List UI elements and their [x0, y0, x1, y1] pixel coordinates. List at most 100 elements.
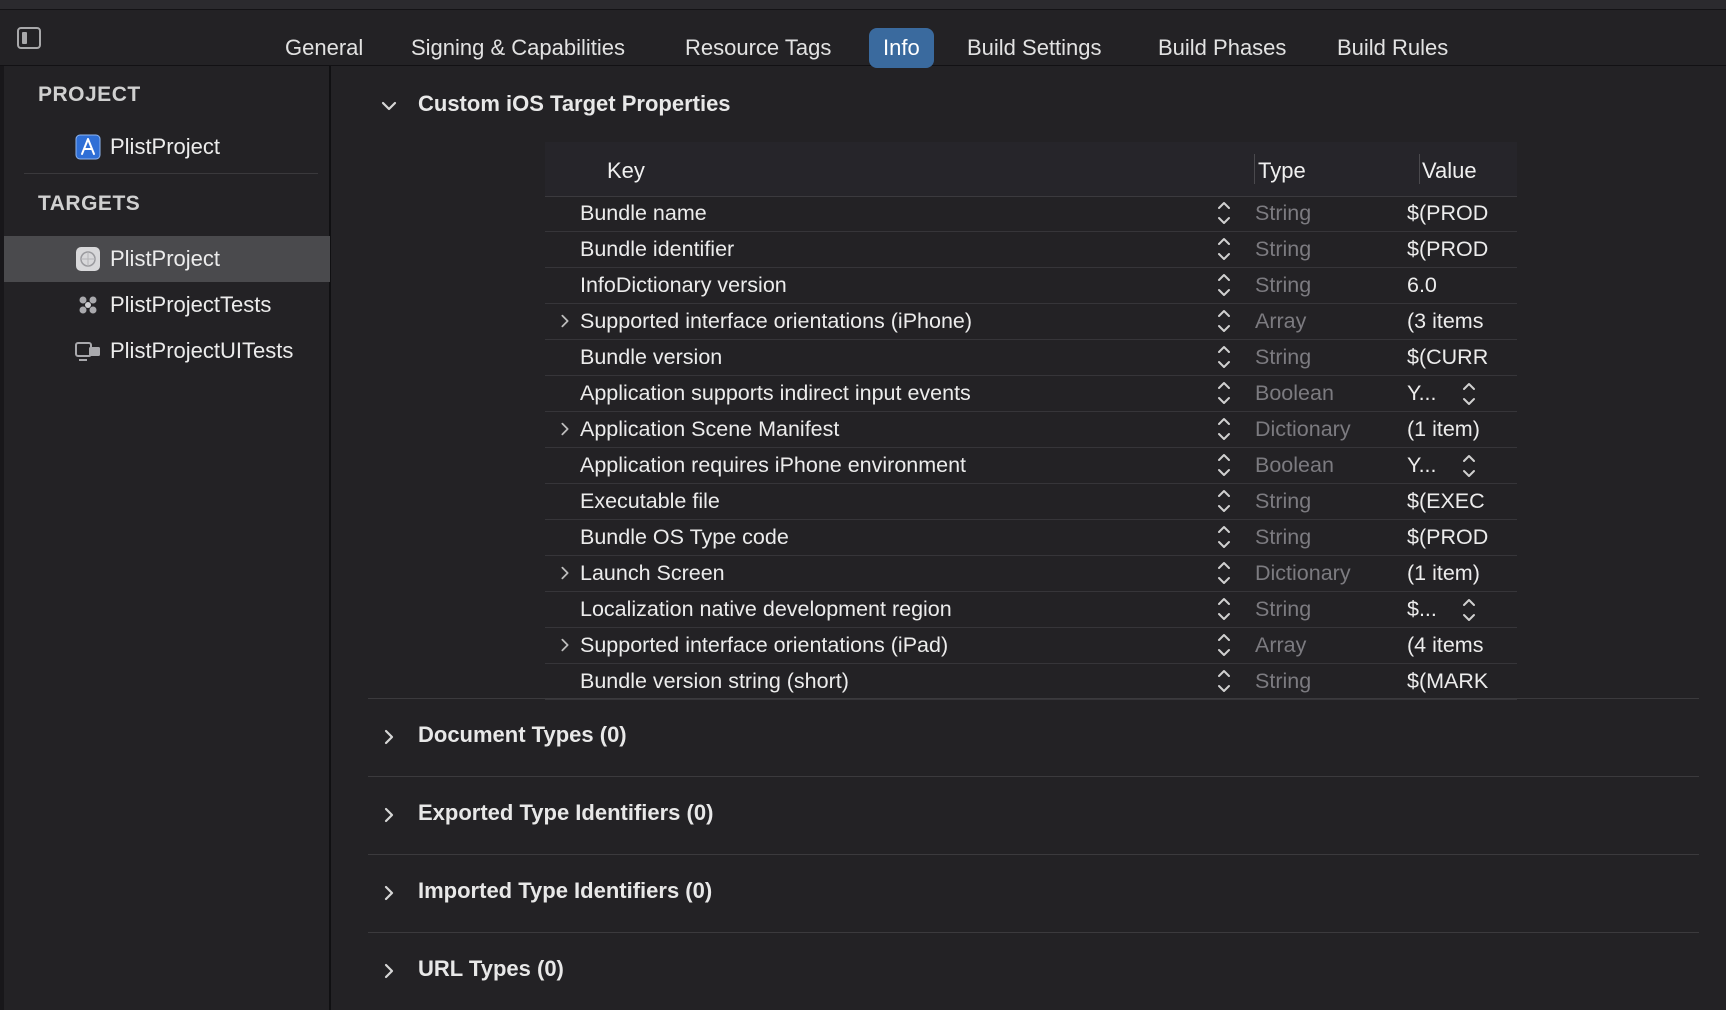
property-row[interactable]: Localization native development region St…	[545, 592, 1517, 628]
tab-general[interactable]: General	[271, 28, 377, 68]
collapsed-section-title[interactable]: Exported Type Identifiers (0)	[418, 800, 713, 826]
sidebar-item-target-app[interactable]: PlistProject	[4, 236, 330, 282]
column-divider[interactable]	[1419, 154, 1420, 184]
key-popup-stepper-icon[interactable]	[1216, 271, 1232, 299]
key-popup-stepper-icon[interactable]	[1216, 451, 1232, 479]
key-popup-stepper-icon[interactable]	[1216, 595, 1232, 623]
property-type[interactable]: String	[1255, 525, 1311, 550]
column-header-key[interactable]: Key	[607, 158, 645, 184]
key-popup-stepper-icon[interactable]	[1216, 343, 1232, 371]
property-row[interactable]: Application Scene Manifest Dictionary (1 i…	[545, 412, 1517, 448]
property-type[interactable]: Array	[1255, 309, 1306, 334]
key-popup-stepper-icon[interactable]	[1216, 667, 1232, 695]
chevron-right-icon[interactable]	[380, 962, 398, 980]
custom-properties-title[interactable]: Custom iOS Target Properties	[418, 91, 731, 117]
property-value[interactable]: $(PROD	[1407, 201, 1517, 226]
key-popup-stepper-icon[interactable]	[1216, 235, 1232, 263]
key-popup-stepper-icon[interactable]	[1216, 307, 1232, 335]
property-key[interactable]: Application Scene Manifest	[580, 417, 839, 442]
property-key[interactable]: Localization native development region	[580, 597, 952, 622]
property-type[interactable]: String	[1255, 273, 1311, 298]
property-value[interactable]: (3 items	[1407, 309, 1517, 334]
tab-signing-capabilities[interactable]: Signing & Capabilities	[397, 28, 639, 68]
sidebar-item-target-tests[interactable]: PlistProjectTests	[4, 282, 330, 328]
property-key[interactable]: Supported interface orientations (iPad)	[580, 633, 948, 658]
property-row[interactable]: Bundle version string (short) String $(MAR…	[545, 664, 1517, 700]
sidebar-item-project[interactable]: PlistProject	[4, 124, 330, 170]
chevron-right-icon[interactable]	[380, 806, 398, 824]
property-row[interactable]: Supported interface orientations (iPhone…	[545, 304, 1517, 340]
property-type[interactable]: Dictionary	[1255, 561, 1351, 586]
property-value[interactable]: (4 items	[1407, 633, 1517, 658]
chevron-right-icon[interactable]	[380, 728, 398, 746]
property-row[interactable]: Bundle identifier String $(PROD	[545, 232, 1517, 268]
property-type[interactable]: String	[1255, 669, 1311, 694]
chevron-right-icon[interactable]	[557, 564, 573, 582]
property-type[interactable]: String	[1255, 489, 1311, 514]
column-divider[interactable]	[1254, 154, 1255, 184]
property-row[interactable]: Application supports indirect input even…	[545, 376, 1517, 412]
property-value[interactable]: (1 item)	[1407, 417, 1517, 442]
property-key[interactable]: Application supports indirect input even…	[580, 381, 971, 406]
property-key[interactable]: Supported interface orientations (iPhone…	[580, 309, 972, 334]
property-key[interactable]: Bundle name	[580, 201, 707, 226]
property-key[interactable]: InfoDictionary version	[580, 273, 787, 298]
property-type[interactable]: String	[1255, 345, 1311, 370]
key-popup-stepper-icon[interactable]	[1216, 523, 1232, 551]
property-row[interactable]: Bundle version String $(CURR	[545, 340, 1517, 376]
value-popup-stepper-icon[interactable]	[1461, 596, 1477, 624]
key-popup-stepper-icon[interactable]	[1216, 415, 1232, 443]
property-key[interactable]: Application requires iPhone environment	[580, 453, 966, 478]
key-popup-stepper-icon[interactable]	[1216, 631, 1232, 659]
key-popup-stepper-icon[interactable]	[1216, 199, 1232, 227]
property-type[interactable]: Dictionary	[1255, 417, 1351, 442]
property-type[interactable]: String	[1255, 201, 1311, 226]
key-popup-stepper-icon[interactable]	[1216, 487, 1232, 515]
column-header-value[interactable]: Value	[1422, 158, 1477, 184]
key-popup-stepper-icon[interactable]	[1216, 379, 1232, 407]
property-value[interactable]: 6.0	[1407, 273, 1517, 298]
property-key[interactable]: Bundle version string (short)	[580, 669, 849, 694]
property-row[interactable]: Executable file String $(EXEC	[545, 484, 1517, 520]
chevron-right-icon[interactable]	[557, 636, 573, 654]
sidebar-item-target-uitests[interactable]: PlistProjectUITests	[4, 328, 330, 374]
tab-info[interactable]: Info	[869, 28, 934, 68]
chevron-right-icon[interactable]	[557, 420, 573, 438]
property-row[interactable]: Launch Screen Dictionary (1 item)	[545, 556, 1517, 592]
chevron-down-icon[interactable]	[380, 97, 398, 115]
column-header-type[interactable]: Type	[1258, 158, 1306, 184]
property-type[interactable]: Array	[1255, 633, 1306, 658]
value-popup-stepper-icon[interactable]	[1461, 380, 1477, 408]
tab-build-phases[interactable]: Build Phases	[1144, 28, 1300, 68]
property-value[interactable]: (1 item)	[1407, 561, 1517, 586]
sidebar-toggle-icon[interactable]	[17, 27, 41, 49]
property-type[interactable]: String	[1255, 597, 1311, 622]
chevron-right-icon[interactable]	[380, 884, 398, 902]
collapsed-section-title[interactable]: Imported Type Identifiers (0)	[418, 878, 712, 904]
tab-resource-tags[interactable]: Resource Tags	[671, 28, 845, 68]
tab-build-settings[interactable]: Build Settings	[953, 28, 1116, 68]
property-value[interactable]: $(MARK	[1407, 669, 1517, 694]
property-value[interactable]: $(CURR	[1407, 345, 1517, 370]
property-row[interactable]: Bundle OS Type code String $(PROD	[545, 520, 1517, 556]
property-type[interactable]: Boolean	[1255, 453, 1334, 478]
property-row[interactable]: InfoDictionary version String 6.0	[545, 268, 1517, 304]
property-value[interactable]: $(EXEC	[1407, 489, 1517, 514]
tab-build-rules[interactable]: Build Rules	[1323, 28, 1462, 68]
property-value[interactable]: $(PROD	[1407, 237, 1517, 262]
chevron-right-icon[interactable]	[557, 312, 573, 330]
key-popup-stepper-icon[interactable]	[1216, 559, 1232, 587]
property-row[interactable]: Application requires iPhone environment B…	[545, 448, 1517, 484]
collapsed-section-title[interactable]: Document Types (0)	[418, 722, 627, 748]
property-key[interactable]: Executable file	[580, 489, 720, 514]
property-type[interactable]: Boolean	[1255, 381, 1334, 406]
property-key[interactable]: Bundle identifier	[580, 237, 734, 262]
property-row[interactable]: Bundle name String $(PROD	[545, 196, 1517, 232]
property-key[interactable]: Bundle OS Type code	[580, 525, 789, 550]
property-row[interactable]: Supported interface orientations (iPad) A…	[545, 628, 1517, 664]
property-type[interactable]: String	[1255, 237, 1311, 262]
property-key[interactable]: Launch Screen	[580, 561, 725, 586]
collapsed-section-title[interactable]: URL Types (0)	[418, 956, 564, 982]
property-value[interactable]: $(PROD	[1407, 525, 1517, 550]
value-popup-stepper-icon[interactable]	[1461, 452, 1477, 480]
